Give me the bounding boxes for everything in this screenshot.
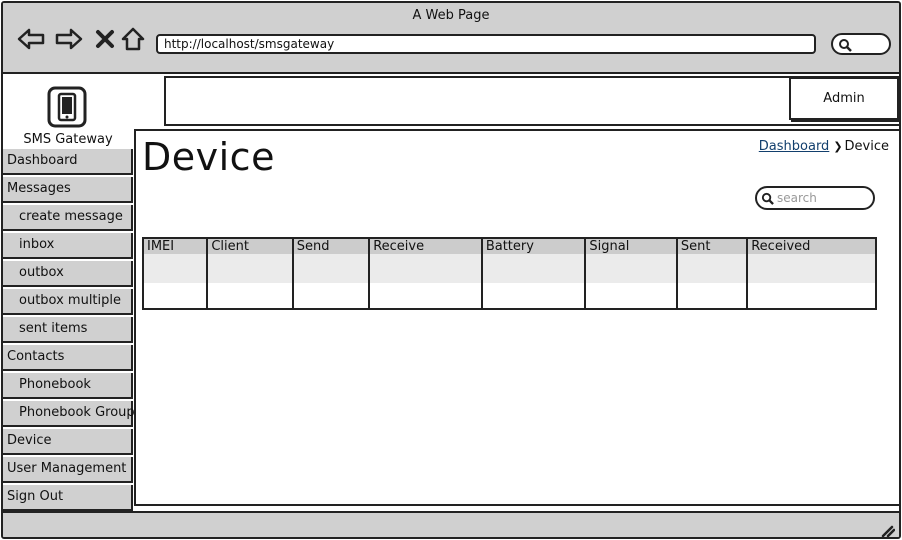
breadcrumb-dashboard-link[interactable]: Dashboard [759,139,830,154]
search-placeholder: search [777,191,817,205]
breadcrumb: Dashboard ❯ Device [759,139,889,154]
browser-search-button[interactable] [831,33,891,55]
table-cell [747,282,876,309]
column-header-send[interactable]: Send [292,238,371,254]
sidebar-item-messages[interactable]: Messages [3,177,133,203]
window-title: A Web Page [412,8,490,23]
sidebar-item-sign-out[interactable]: Sign Out [3,485,133,511]
column-header-signal[interactable]: Signal [585,238,678,254]
column-header-client[interactable]: Client [207,238,294,254]
column-header-receive[interactable]: Receive [369,238,483,254]
device-table: IMEI Client Send Receive Battery Signal Sent Re… [142,237,877,310]
close-icon[interactable] [91,25,119,53]
sidebar-item-inbox[interactable]: inbox [3,233,133,259]
sidebar-item-user-management[interactable]: User Management [3,457,133,483]
table-cell [585,282,678,309]
table-header-row: IMEI Client Send Receive Battery Signal Sent Re… [143,238,876,254]
status-bar [3,511,899,537]
back-arrow-icon[interactable] [17,25,45,53]
resize-grip-icon[interactable] [879,523,895,537]
main-content: Device Dashboard ❯ Device search IMEI Clien… [134,129,899,506]
table-cell [292,282,371,309]
table-cell [207,254,294,283]
url-bar[interactable]: http://localhost/smsgateway [156,34,816,54]
column-header-imei[interactable]: IMEI [143,238,209,254]
column-header-sent[interactable]: Sent [676,238,749,254]
table-cell [369,282,483,309]
sidebar-nav: Dashboard Messages create message inbox outb… [3,149,141,513]
table-cell [207,282,294,309]
table-row[interactable] [143,282,876,309]
table-cell [481,282,587,309]
column-header-battery[interactable]: Battery [481,238,587,254]
sidebar-item-outbox-multiple[interactable]: outbox multiple [3,289,133,315]
table-cell [143,254,209,283]
table-cell [143,282,209,309]
search-icon [761,192,774,205]
browser-chrome: A Web Page http://localhost/smsgateway [3,3,899,74]
sidebar-item-create-message[interactable]: create message [3,205,133,231]
sidebar-item-outbox[interactable]: outbox [3,261,133,287]
sidebar-item-sent-items[interactable]: sent items [3,317,133,343]
breadcrumb-current: Device [844,139,889,154]
admin-button[interactable]: Admin [789,77,899,120]
table-cell [292,254,371,283]
home-icon[interactable] [119,25,147,53]
table-cell [676,254,749,283]
sidebar-item-dashboard[interactable]: Dashboard [3,149,133,175]
phone-icon [47,86,87,128]
table-cell [481,254,587,283]
sidebar-item-device[interactable]: Device [3,429,133,455]
page-title: Device [142,135,275,179]
column-header-received[interactable]: Received [747,238,876,254]
sidebar-item-contacts[interactable]: Contacts [3,345,133,371]
chevron-right-icon: ❯ [833,140,843,153]
sidebar-item-phonebook-groups[interactable]: Phonebook Groups [3,401,141,427]
browser-window: A Web Page http://localhost/smsgateway S… [1,1,901,539]
table-cell [369,254,483,283]
table-cell [585,254,678,283]
table-row[interactable] [143,254,876,283]
search-icon [839,39,852,52]
app-name: SMS Gateway [23,132,113,147]
forward-arrow-icon[interactable] [55,25,83,53]
table-cell [676,282,749,309]
table-cell [747,254,876,283]
table-search-input[interactable]: search [755,186,875,210]
sidebar-item-phonebook[interactable]: Phonebook [3,373,133,399]
